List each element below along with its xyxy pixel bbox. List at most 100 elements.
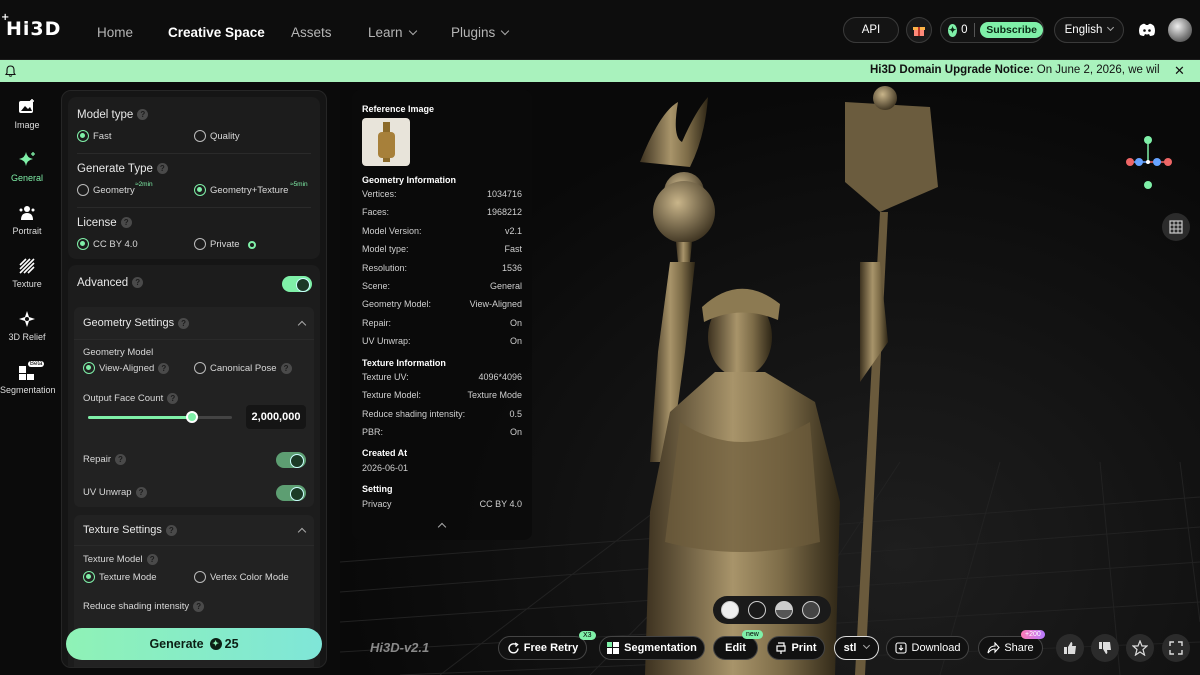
help-icon[interactable]: ? [156, 163, 168, 175]
help-icon[interactable]: ? [178, 317, 190, 329]
api-button[interactable]: API [843, 17, 899, 43]
material-normal-icon[interactable] [802, 601, 820, 619]
gift-icon [913, 27, 925, 36]
help-icon[interactable]: ? [132, 277, 144, 289]
close-icon[interactable]: ✕ [1174, 63, 1185, 79]
discord-button[interactable] [1133, 17, 1161, 43]
axis-gizmo[interactable] [1120, 132, 1180, 192]
model-type-fast-label: Fast [93, 131, 112, 142]
segmentation-icon [607, 642, 620, 654]
help-icon[interactable]: ? [135, 487, 147, 498]
download-button[interactable]: Download [886, 636, 969, 660]
share-button[interactable]: Share +200 [978, 630, 1045, 660]
thumbs-up-icon [1064, 642, 1076, 654]
settings-panel: Model type? Fast Quality Generate Type? … [61, 90, 327, 668]
help-icon[interactable]: ? [146, 554, 158, 565]
help-icon[interactable]: ? [158, 363, 170, 374]
generate-button[interactable]: Generate ✦ 25 [66, 628, 322, 660]
divider [973, 23, 975, 37]
texture-mode-radio[interactable] [83, 571, 95, 583]
sidebar-item-image[interactable]: Image [0, 98, 54, 130]
thumbnail-body [378, 132, 395, 158]
chevron-up-icon[interactable] [297, 527, 307, 537]
generate-type-geometry-texture-radio[interactable] [194, 184, 206, 196]
chevron-down-icon [863, 641, 871, 649]
help-icon[interactable]: ? [167, 393, 179, 404]
privacy-value: CC BY 4.0 [479, 499, 522, 509]
material-clay-icon[interactable] [775, 601, 793, 619]
advanced-card: Advanced? Geometry Settings? Geometry Mo… [68, 265, 320, 667]
geometry-settings-title: Geometry Settings? [83, 317, 190, 329]
info-value: Texture Mode [467, 390, 522, 401]
beta-badge: Beta [28, 361, 45, 367]
nav-learn[interactable]: Learn [368, 25, 417, 40]
subscribe-button[interactable]: Subscribe [980, 22, 1043, 38]
format-select[interactable]: stl [834, 636, 879, 660]
help-icon[interactable]: ? [280, 363, 292, 374]
like-button[interactable] [1056, 634, 1084, 662]
divider [74, 339, 314, 340]
face-count-input[interactable]: 2,000,000 [246, 405, 306, 429]
material-textured-icon[interactable] [721, 601, 739, 619]
print-icon [776, 642, 787, 654]
generate-type-geometry-radio[interactable] [77, 184, 89, 196]
favorite-button[interactable] [1126, 634, 1154, 662]
help-icon[interactable]: ? [193, 601, 205, 612]
view-aligned-radio[interactable] [83, 362, 95, 374]
canonical-pose-radio[interactable] [194, 362, 206, 374]
print-button[interactable]: Print [767, 636, 825, 660]
gift-button[interactable] [906, 17, 932, 43]
grid-view-button[interactable] [1162, 213, 1190, 241]
vertex-color-radio[interactable] [194, 571, 206, 583]
sidebar-item-portrait[interactable]: Portrait [0, 204, 54, 236]
notice-text: Hi3D Domain Upgrade Notice: On June 2, 2… [870, 64, 1160, 76]
sidebar-item-segmentation[interactable]: Segmentation Beta [0, 361, 56, 395]
nav-plugins[interactable]: Plugins [451, 25, 510, 40]
material-selector [713, 596, 831, 624]
uv-unwrap-toggle[interactable] [276, 485, 306, 501]
edit-button[interactable]: Edit new [713, 630, 763, 660]
model-type-fast-radio[interactable] [77, 130, 89, 142]
nav-home[interactable]: Home [97, 25, 133, 40]
advanced-toggle[interactable] [282, 276, 312, 292]
share-icon [987, 642, 1001, 654]
credits-subscribe[interactable]: ✦ 0 Subscribe [940, 17, 1044, 43]
face-count-slider[interactable] [88, 411, 232, 423]
advanced-label: Advanced? [77, 277, 144, 289]
avatar[interactable] [1168, 18, 1192, 42]
grid-icon [1169, 220, 1183, 234]
repair-toggle[interactable] [276, 452, 306, 468]
info-key: Texture Model: [362, 390, 422, 401]
repair-label: Repair? [83, 454, 126, 465]
sidebar: Image General Portrait Texture 3D Relief… [0, 82, 56, 675]
help-icon[interactable]: ? [165, 524, 177, 536]
segmentation-button[interactable]: Segmentation [599, 636, 705, 660]
logo[interactable]: + Hi3D [1, 12, 61, 40]
material-wireframe-icon[interactable] [748, 601, 766, 619]
info-value: On [509, 427, 522, 438]
language-select[interactable]: English [1054, 17, 1124, 43]
reduce-shading-label: Reduce shading intensity? [83, 601, 205, 612]
dislike-button[interactable] [1091, 634, 1119, 662]
slider-handle[interactable] [185, 411, 198, 423]
sidebar-item-general[interactable]: General [0, 151, 54, 183]
info-key: PBR: [362, 427, 384, 438]
license-cc-radio[interactable] [77, 238, 89, 250]
fullscreen-button[interactable] [1162, 634, 1190, 662]
model-type-quality-radio[interactable] [194, 130, 206, 142]
basic-settings-card: Model type? Fast Quality Generate Type? … [68, 97, 320, 259]
reference-image-thumbnail[interactable] [362, 118, 410, 166]
license-private-radio[interactable] [194, 238, 206, 250]
geometry-settings-section: Geometry Settings? Geometry Model View-A… [74, 307, 314, 507]
help-icon[interactable]: ? [120, 217, 132, 229]
nav-assets[interactable]: Assets [291, 25, 332, 40]
free-retry-button[interactable]: Free Retry X3 [498, 631, 596, 660]
help-icon[interactable]: ? [137, 109, 149, 121]
model-type-label: Model type? [77, 109, 149, 121]
chevron-up-icon[interactable] [297, 320, 307, 330]
sidebar-item-texture[interactable]: Texture [0, 257, 54, 289]
chevron-up-icon[interactable] [437, 522, 447, 532]
help-icon[interactable]: ? [115, 454, 126, 465]
nav-creative-space[interactable]: Creative Space [168, 25, 265, 40]
sidebar-item-3d-relief[interactable]: 3D Relief [0, 310, 54, 342]
